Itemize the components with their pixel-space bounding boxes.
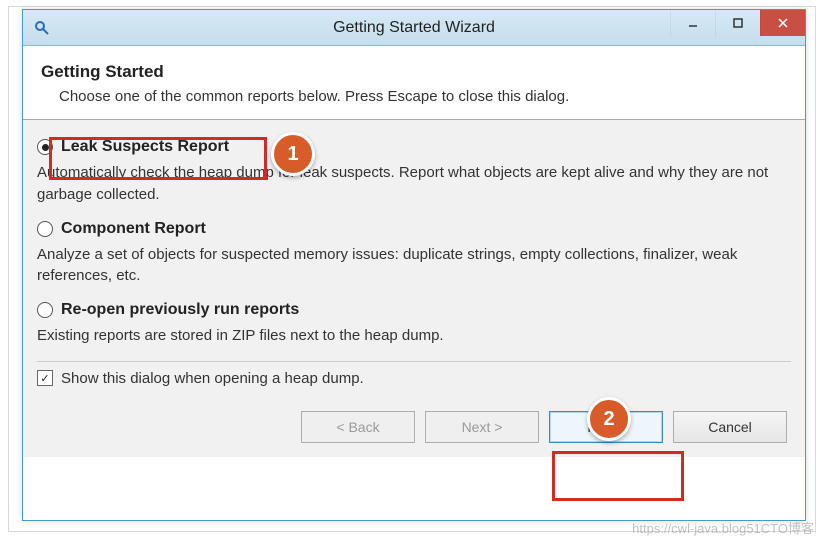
radio-icon[interactable] (37, 221, 53, 237)
radio-label: Component Report (61, 220, 206, 238)
close-button[interactable] (760, 10, 805, 36)
option-desc: Automatically check the heap dump for le… (37, 162, 791, 206)
back-button[interactable]: < Back (301, 411, 415, 443)
next-button[interactable]: Next > (425, 411, 539, 443)
titlebar: Getting Started Wizard (23, 10, 805, 46)
minimize-button[interactable] (670, 10, 715, 36)
header-region: Getting Started Choose one of the common… (23, 46, 805, 119)
checkbox-icon[interactable]: ✓ (37, 370, 53, 386)
button-row: < Back Next > Finish Cancel (23, 393, 805, 457)
checkbox-label: Show this dialog when opening a heap dum… (61, 370, 364, 387)
outer-frame: Getting Started Wizard Getting Started C… (8, 6, 816, 532)
radio-icon[interactable] (37, 139, 53, 155)
option-reopen-reports[interactable]: Re-open previously run reports Existing … (37, 301, 791, 347)
page-subtitle: Choose one of the common reports below. … (59, 88, 787, 105)
radio-label: Re-open previously run reports (61, 301, 299, 319)
option-desc: Analyze a set of objects for suspected m… (37, 244, 791, 288)
option-leak-suspects[interactable]: Leak Suspects Report Automatically check… (37, 138, 791, 206)
maximize-button[interactable] (715, 10, 760, 36)
option-component-report[interactable]: Component Report Analyze a set of object… (37, 220, 791, 288)
radio-label: Leak Suspects Report (61, 138, 229, 156)
option-desc: Existing reports are stored in ZIP files… (37, 325, 791, 347)
window-controls (670, 10, 805, 36)
app-icon (33, 19, 51, 37)
radio-icon[interactable] (37, 302, 53, 318)
dialog-window: Getting Started Wizard Getting Started C… (22, 9, 806, 521)
page-title: Getting Started (41, 62, 787, 82)
annotation-badge-2: 2 (587, 397, 631, 441)
cancel-button[interactable]: Cancel (673, 411, 787, 443)
annotation-highlight-2 (552, 451, 684, 501)
watermark: https://cwl-java.blog51CTO博客 (632, 518, 814, 537)
show-dialog-checkbox-row[interactable]: ✓ Show this dialog when opening a heap d… (37, 361, 791, 387)
window-title: Getting Started Wizard (333, 19, 495, 37)
annotation-badge-1: 1 (271, 132, 315, 176)
options-region: Leak Suspects Report Automatically check… (23, 119, 805, 393)
